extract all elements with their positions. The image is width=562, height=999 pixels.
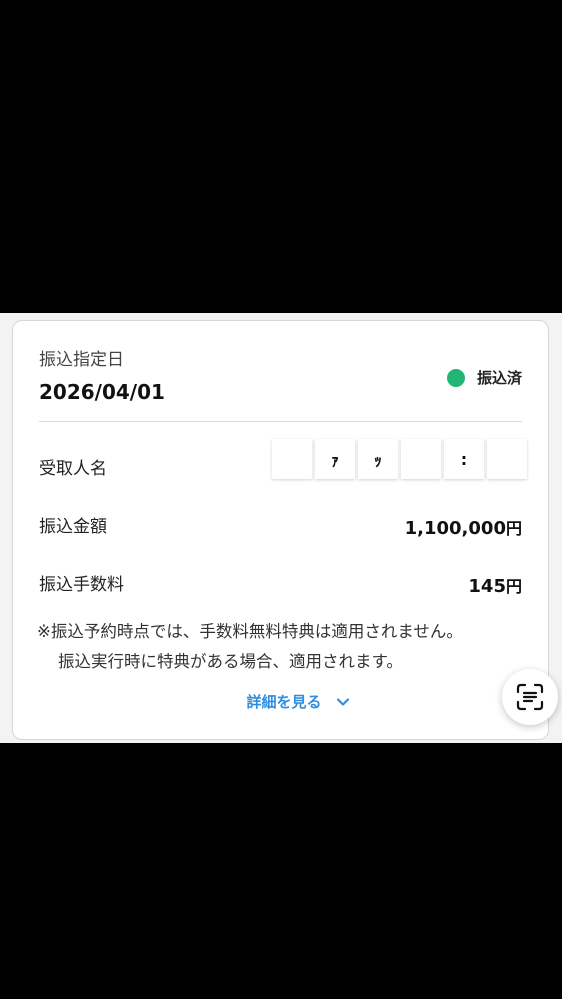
fee-note-line2: 振込実行時に特典がある場合、適用されます。 xyxy=(58,652,403,671)
transfer-detail-panel: 振込指定日 2026/04/01 振込済 受取人名 ｧ ｯ : 振込金額 1,1… xyxy=(0,313,562,743)
status-dot-icon xyxy=(446,368,465,387)
details-link-label: 詳細を見る xyxy=(246,693,322,711)
fee-value: 145円 xyxy=(468,575,522,599)
masked-char-cell xyxy=(487,439,527,479)
text-scan-icon xyxy=(516,683,544,711)
amount-unit: 円 xyxy=(505,519,522,538)
masked-char-cell: ｧ xyxy=(315,439,355,479)
divider xyxy=(39,421,522,422)
status-badge: 振込済 xyxy=(446,367,522,388)
details-link[interactable]: 詳細を見る xyxy=(13,691,548,712)
fee-note: ※振込予約時点では、手数料無料特典は適用されません。 振込実行時に特典がある場合… xyxy=(37,617,537,677)
amount-number: 1,100,000 xyxy=(404,518,506,539)
status-text: 振込済 xyxy=(476,369,522,387)
transfer-card: 振込指定日 2026/04/01 振込済 受取人名 ｧ ｯ : 振込金額 1,1… xyxy=(12,320,549,740)
masked-char-cell: : xyxy=(444,439,484,479)
fee-label: 振込手数料 xyxy=(39,575,124,595)
masked-char-cell: ｯ xyxy=(358,439,398,479)
amount-label: 振込金額 xyxy=(39,517,107,537)
recipient-masked-name: ｧ ｯ : xyxy=(272,439,527,479)
transfer-date-label: 振込指定日 xyxy=(39,350,124,370)
masked-char-cell xyxy=(401,439,441,479)
fee-note-line1: ※振込予約時点では、手数料無料特典は適用されません。 xyxy=(37,622,463,641)
amount-value: 1,100,000円 xyxy=(405,517,522,541)
fee-number: 145 xyxy=(468,576,506,597)
text-scan-button[interactable] xyxy=(502,669,558,725)
recipient-label: 受取人名 xyxy=(39,459,107,479)
chevron-down-icon xyxy=(336,697,349,706)
transfer-date-value: 2026/04/01 xyxy=(39,380,165,404)
masked-char-cell xyxy=(272,439,312,479)
fee-unit: 円 xyxy=(505,577,522,596)
